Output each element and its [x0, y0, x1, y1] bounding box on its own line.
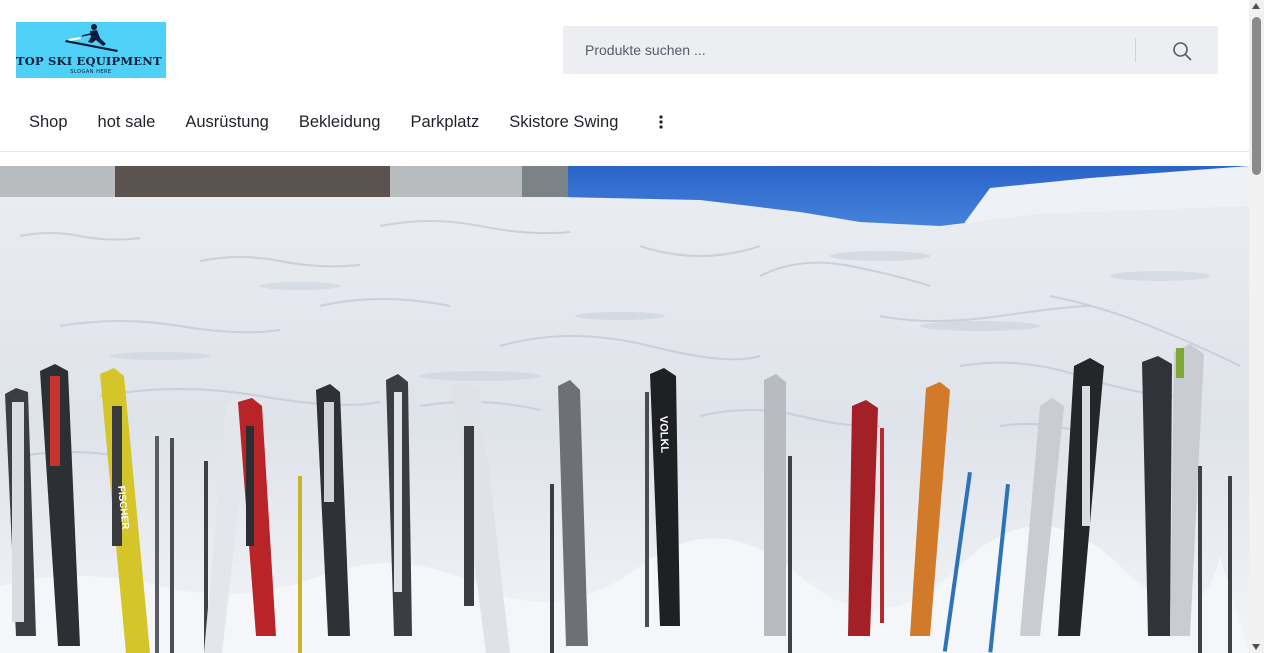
search-divider	[1135, 38, 1136, 62]
page: TOP SKI EQUIPMENT DE SLOGAN HERE Shop ho…	[0, 0, 1249, 653]
more-vertical-icon	[659, 115, 663, 129]
nav-item-bekleidung[interactable]: Bekleidung	[299, 113, 381, 132]
nav-item-hot-sale[interactable]: hot sale	[98, 113, 156, 132]
scroll-down-icon[interactable]	[1252, 644, 1260, 650]
scrollbar-thumb[interactable]	[1252, 17, 1261, 175]
nav-item-parkplatz[interactable]: Parkplatz	[410, 113, 479, 132]
page-scrollbar[interactable]	[1249, 0, 1264, 653]
nav-more-button[interactable]	[653, 110, 669, 134]
logo-title: TOP SKI EQUIPMENT DE	[16, 54, 166, 68]
nav-item-skistore-swing[interactable]: Skistore Swing	[509, 113, 618, 132]
nav-item-shop[interactable]: Shop	[29, 113, 68, 132]
search-icon	[1173, 42, 1192, 61]
nav-item-ausruestung[interactable]: Ausrüstung	[185, 113, 268, 132]
skier-icon	[65, 24, 118, 52]
header-divider	[0, 151, 1249, 152]
logo-slogan: SLOGAN HERE	[70, 69, 112, 75]
search-input[interactable]	[563, 26, 1133, 74]
ski-brand-volkl: VOLKL	[657, 416, 670, 454]
search-bar	[563, 26, 1218, 74]
scroll-up-icon[interactable]	[1252, 3, 1260, 9]
site-logo[interactable]: TOP SKI EQUIPMENT DE SLOGAN HERE	[16, 22, 166, 78]
hero-photo: FISCHER VOLKL	[0, 166, 1249, 653]
search-button[interactable]	[1169, 38, 1195, 64]
main-nav: Shop hot sale Ausrüstung Bekleidung Park…	[29, 108, 669, 136]
hero-image: FISCHER VOLKL	[0, 166, 1249, 653]
